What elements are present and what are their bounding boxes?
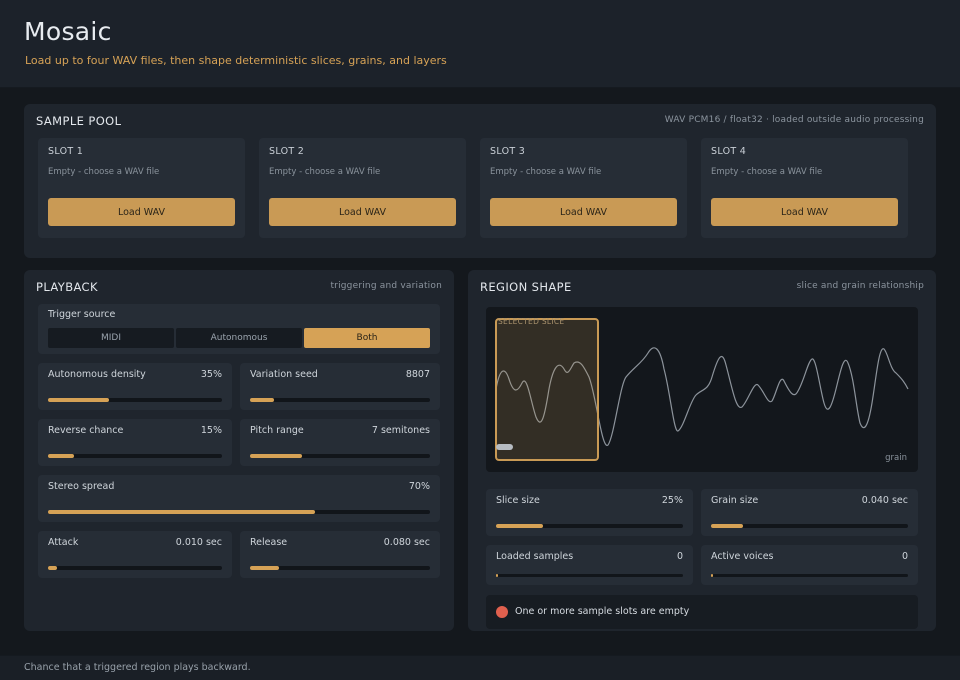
sample-pool-title: SAMPLE POOL bbox=[36, 114, 122, 128]
slice-size-control: Slice size 25% bbox=[486, 489, 693, 536]
slider-fill bbox=[48, 566, 57, 570]
status-text: One or more sample slots are empty bbox=[515, 606, 690, 617]
trigger-option-midi[interactable]: MIDI bbox=[48, 328, 174, 348]
slot-status: Empty - choose a WAV file bbox=[48, 167, 160, 177]
slider-fill bbox=[48, 454, 75, 458]
sample-pool-note: WAV PCM16 / float32 · loaded outside aud… bbox=[664, 115, 924, 125]
warning-dot-icon bbox=[496, 606, 508, 618]
trigger-source-segmented-control: MIDI Autonomous Both bbox=[48, 328, 430, 348]
playback-title: PLAYBACK bbox=[36, 280, 98, 294]
slider-fill bbox=[250, 454, 303, 458]
waveform-display[interactable]: SELECTED SLICE grain bbox=[486, 307, 918, 472]
autonomous-density-slider[interactable] bbox=[48, 398, 222, 402]
app-title: Mosaic bbox=[24, 17, 112, 46]
load-wav-button-1[interactable]: Load WAV bbox=[48, 198, 235, 226]
slider-fill bbox=[48, 398, 109, 402]
sample-slot-1: SLOT 1 Empty - choose a WAV file Load WA… bbox=[38, 138, 245, 238]
slider-fill bbox=[250, 398, 275, 402]
slider-fill bbox=[48, 510, 316, 514]
control-label: Variation seed bbox=[250, 369, 318, 380]
slice-size-slider[interactable] bbox=[496, 524, 683, 528]
app-subtitle: Load up to four WAV files, then shape de… bbox=[25, 54, 447, 67]
autonomous-density-control: Autonomous density 35% bbox=[38, 363, 232, 410]
reverse-chance-slider[interactable] bbox=[48, 454, 222, 458]
region-shape-panel: REGION SHAPE slice and grain relationshi… bbox=[468, 270, 936, 631]
grain-size-control: Grain size 0.040 sec bbox=[701, 489, 918, 536]
app-header: Mosaic Load up to four WAV files, then s… bbox=[0, 0, 960, 88]
control-value: 8807 bbox=[405, 369, 430, 380]
control-label: Attack bbox=[48, 537, 79, 548]
grain-marker[interactable] bbox=[496, 444, 513, 450]
release-slider[interactable] bbox=[250, 566, 430, 570]
sample-slot-2: SLOT 2 Empty - choose a WAV file Load WA… bbox=[259, 138, 466, 238]
trigger-option-autonomous[interactable]: Autonomous bbox=[176, 328, 302, 348]
control-value: 0.040 sec bbox=[861, 495, 908, 506]
region-shape-note: slice and grain relationship bbox=[796, 281, 924, 291]
playback-panel: PLAYBACK triggering and variation Trigge… bbox=[24, 270, 454, 631]
region-shape-title: REGION SHAPE bbox=[480, 280, 572, 294]
active-voices-bar bbox=[711, 574, 908, 577]
status-message: One or more sample slots are empty bbox=[486, 595, 918, 629]
reverse-chance-control: Reverse chance 15% bbox=[38, 419, 232, 466]
control-label: Stereo spread bbox=[48, 481, 115, 492]
playback-note: triggering and variation bbox=[330, 281, 442, 291]
grain-label: grain bbox=[885, 453, 907, 463]
grain-size-slider[interactable] bbox=[711, 524, 908, 528]
loaded-samples-meter: Loaded samples 0 bbox=[486, 545, 693, 585]
slot-title: SLOT 4 bbox=[711, 146, 747, 157]
active-voices-meter: Active voices 0 bbox=[701, 545, 918, 585]
status-bar: Chance that a triggered region plays bac… bbox=[0, 655, 960, 680]
slot-title: SLOT 1 bbox=[48, 146, 84, 157]
slot-status: Empty - choose a WAV file bbox=[269, 167, 381, 177]
stereo-spread-slider[interactable] bbox=[48, 510, 430, 514]
control-value: 0 bbox=[901, 551, 908, 562]
load-wav-button-4[interactable]: Load WAV bbox=[711, 198, 898, 226]
control-value: 15% bbox=[200, 425, 222, 436]
control-value: 35% bbox=[200, 369, 222, 380]
slot-title: SLOT 3 bbox=[490, 146, 526, 157]
trigger-source-group: Trigger source MIDI Autonomous Both bbox=[38, 304, 440, 354]
selected-slice-label: SELECTED SLICE bbox=[498, 317, 565, 326]
sample-slot-3: SLOT 3 Empty - choose a WAV file Load WA… bbox=[480, 138, 687, 238]
control-label: Autonomous density bbox=[48, 369, 146, 380]
slider-fill bbox=[250, 566, 279, 570]
control-label: Slice size bbox=[496, 495, 540, 506]
control-value: 0.010 sec bbox=[175, 537, 222, 548]
meter-fill bbox=[711, 574, 713, 577]
control-value: 7 semitones bbox=[371, 425, 430, 436]
loaded-samples-bar bbox=[496, 574, 683, 577]
slot-status: Empty - choose a WAV file bbox=[711, 167, 823, 177]
control-label: Pitch range bbox=[250, 425, 304, 436]
control-value: 70% bbox=[408, 481, 430, 492]
attack-control: Attack 0.010 sec bbox=[38, 531, 232, 578]
control-label: Release bbox=[250, 537, 288, 548]
control-label: Loaded samples bbox=[496, 551, 574, 562]
control-label: Active voices bbox=[711, 551, 774, 562]
trigger-source-label: Trigger source bbox=[48, 309, 116, 320]
slider-fill bbox=[496, 524, 543, 528]
control-label: Reverse chance bbox=[48, 425, 124, 436]
sample-slot-4: SLOT 4 Empty - choose a WAV file Load WA… bbox=[701, 138, 908, 238]
control-value: 25% bbox=[661, 495, 683, 506]
stereo-spread-control: Stereo spread 70% bbox=[38, 475, 440, 522]
meter-fill bbox=[496, 574, 498, 577]
load-wav-button-3[interactable]: Load WAV bbox=[490, 198, 677, 226]
variation-seed-slider[interactable] bbox=[250, 398, 430, 402]
pitch-range-slider[interactable] bbox=[250, 454, 430, 458]
slot-status: Empty - choose a WAV file bbox=[490, 167, 602, 177]
slider-fill bbox=[711, 524, 743, 528]
variation-seed-control: Variation seed 8807 bbox=[240, 363, 440, 410]
slot-title: SLOT 2 bbox=[269, 146, 305, 157]
load-wav-button-2[interactable]: Load WAV bbox=[269, 198, 456, 226]
trigger-option-both[interactable]: Both bbox=[304, 328, 430, 348]
selected-slice-region[interactable] bbox=[495, 318, 599, 461]
release-control: Release 0.080 sec bbox=[240, 531, 440, 578]
control-value: 0 bbox=[676, 551, 683, 562]
footer-hint: Chance that a triggered region plays bac… bbox=[24, 662, 251, 673]
sample-pool-panel: SAMPLE POOL WAV PCM16 / float32 · loaded… bbox=[24, 104, 936, 258]
control-label: Grain size bbox=[711, 495, 759, 506]
attack-slider[interactable] bbox=[48, 566, 222, 570]
pitch-range-control: Pitch range 7 semitones bbox=[240, 419, 440, 466]
control-value: 0.080 sec bbox=[383, 537, 430, 548]
